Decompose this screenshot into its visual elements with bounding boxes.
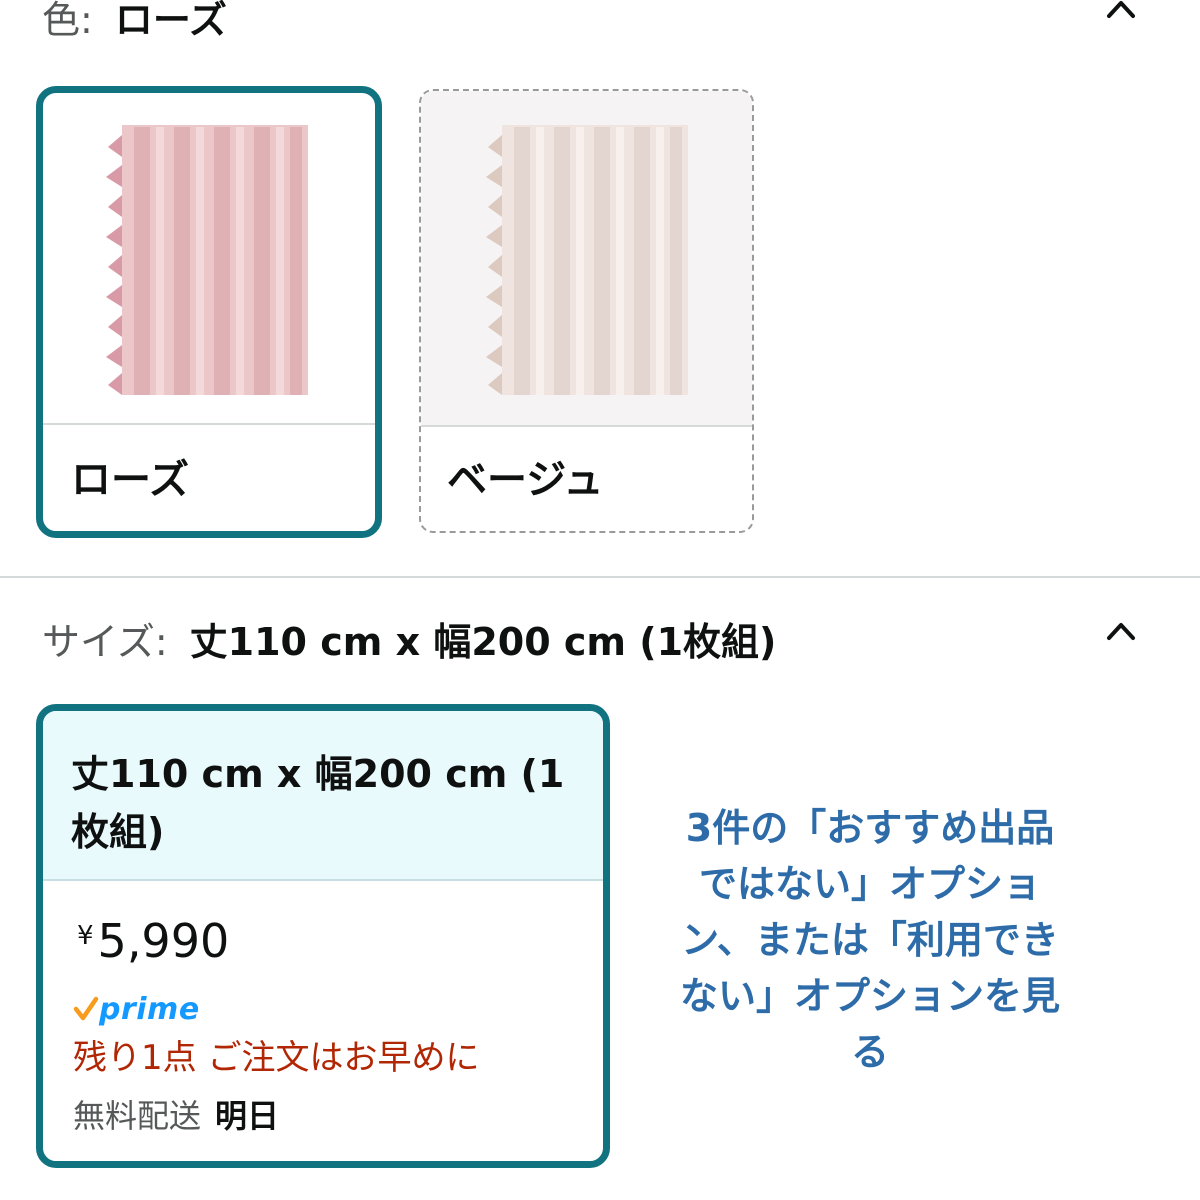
color-selected-value: ローズ	[114, 0, 227, 42]
collapse-size-button[interactable]	[1106, 616, 1136, 646]
prime-badge: prime	[73, 989, 200, 1029]
chevron-up-icon	[1107, 1, 1135, 18]
color-option-rose[interactable]: ローズ	[36, 86, 382, 538]
more-options-link[interactable]: 3件の「おすすめ出品ではない」オプション、または「利用できない」オプションを見る	[670, 800, 1070, 1080]
price: ¥5,990	[77, 911, 229, 971]
swatch-divider	[421, 425, 752, 427]
delivery-date: 明日	[215, 1097, 280, 1135]
delivery-label: 無料配送	[73, 1097, 202, 1135]
section-divider	[0, 576, 1200, 578]
color-label: 色: ローズ	[42, 0, 227, 50]
checkmark-icon	[73, 996, 99, 1021]
color-option-beige[interactable]: ベージュ	[419, 89, 754, 533]
currency-symbol: ¥	[77, 921, 94, 951]
beige-curtain-image	[421, 91, 752, 425]
delivery-info: 無料配送 明日	[73, 1093, 279, 1139]
size-label-text: サイズ:	[42, 620, 168, 664]
stock-message: 残り1点 ご注文はお早めに	[73, 1038, 480, 1078]
swatch-divider	[43, 423, 375, 425]
color-label-text: 色:	[42, 0, 93, 42]
size-option-card[interactable]: 丈110 cm x 幅200 cm (1枚組) ¥5,990 prime 残り1…	[36, 704, 610, 1168]
prime-label: prime	[99, 991, 200, 1027]
size-label: サイズ: 丈110 cm x 幅200 cm (1枚組)	[42, 612, 776, 672]
size-option-title: 丈110 cm x 幅200 cm (1枚組)	[71, 752, 565, 854]
collapse-color-button[interactable]	[1106, 0, 1136, 24]
color-option-name: ローズ	[71, 457, 189, 503]
chevron-up-icon	[1107, 623, 1135, 640]
rose-curtain-image	[43, 93, 375, 423]
size-selected-value: 丈110 cm x 幅200 cm (1枚組)	[189, 620, 777, 664]
size-option-header: 丈110 cm x 幅200 cm (1枚組)	[43, 711, 603, 881]
color-option-name: ベージュ	[447, 457, 604, 503]
price-value: 5,990	[97, 914, 230, 968]
